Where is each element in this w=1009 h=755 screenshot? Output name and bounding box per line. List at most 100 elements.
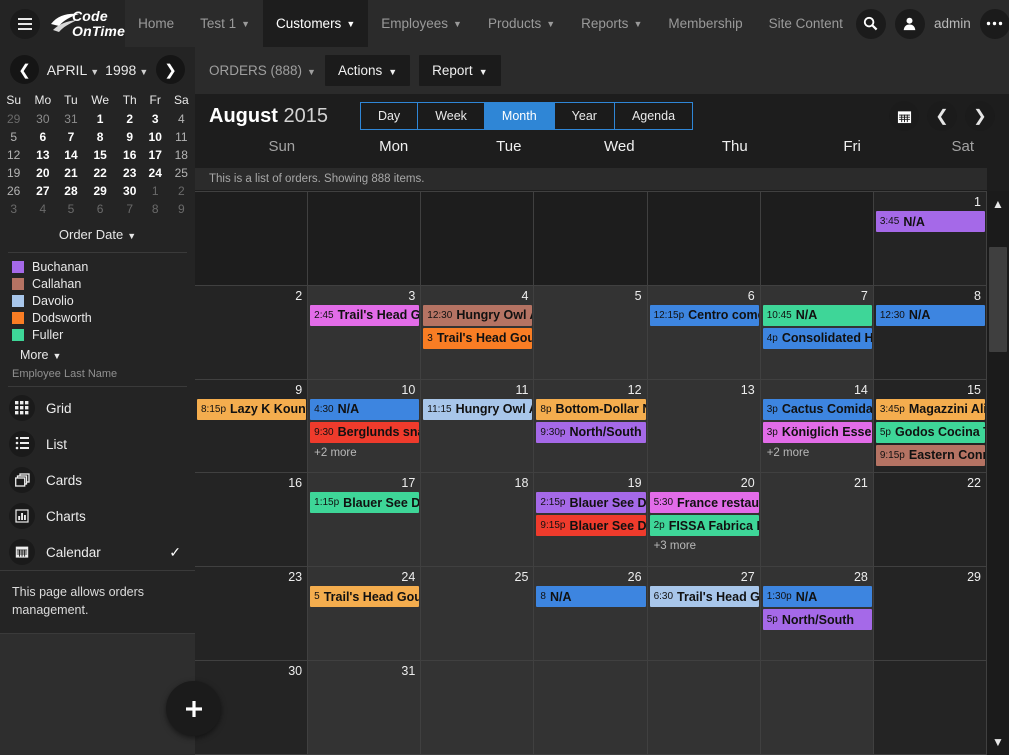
calendar-day-cell[interactable]: 7 10:45 N/A 4p Consolidated Ho (760, 285, 874, 379)
view-item-charts[interactable]: Charts (0, 498, 195, 534)
vertical-scrollbar[interactable]: ▲ ▼ (987, 191, 1009, 755)
calendar-event[interactable]: 12:30 N/A (875, 304, 985, 326)
calendar-day-cell[interactable]: 26 8 N/A (534, 567, 648, 661)
calendar-day-cell[interactable]: 8 12:30 N/A (873, 285, 987, 379)
mini-calendar-day[interactable]: 11 (168, 128, 195, 146)
view-item-grid[interactable]: Grid (0, 390, 195, 426)
mini-calendar-grid[interactable]: Su Mo Tu We Th Fr Sa 29 30 31 1 2 3 4 5 6 7 8 9 10 11 12 13 14 1… (0, 92, 195, 218)
calendar-more-events-link[interactable]: +3 more (650, 538, 759, 552)
calendar-event[interactable]: 3p Königlich Essen (762, 421, 872, 443)
calendar-day-cell[interactable]: 4 12:30 Hungry Owl A 3 Trail's Head Gour (421, 285, 535, 379)
calendar-view-tab-agenda[interactable]: Agenda (614, 103, 693, 129)
calendar-event[interactable]: 3:45p Magazzini Ali (875, 398, 985, 420)
calendar-event[interactable]: 9:15p Blauer See De (536, 515, 646, 537)
mini-calendar-day[interactable]: 5 (58, 200, 83, 218)
date-field-selector[interactable]: Order Date ▼ (0, 218, 195, 252)
calendar-day-cell[interactable]: 98:15pLazy K Kountr (195, 379, 309, 473)
calendar-event[interactable]: 1:30p N/A (762, 586, 872, 608)
more-options-icon[interactable] (979, 8, 1009, 39)
calendar-event[interactable]: 3p Cactus Comidas (762, 398, 872, 420)
calendar-day-cell[interactable]: 17 1:15p Blauer See De (308, 473, 422, 567)
calendar-event[interactable]: 8:15pLazy K Kountr (197, 398, 307, 420)
calendar-event[interactable]: 5p Godos Cocina Tí (875, 421, 985, 443)
view-item-cards[interactable]: Cards (0, 462, 195, 498)
nav-item-customers[interactable]: Customers ▼ (263, 0, 369, 47)
mini-calendar-day[interactable]: 13 (27, 146, 58, 164)
mini-calendar-day[interactable]: 19 (0, 164, 27, 182)
mini-calendar-day[interactable]: 28 (58, 182, 83, 200)
calendar-day-cell[interactable]: 104:30N/A9:30Berglunds snab+2 more (308, 379, 422, 473)
mini-calendar-day[interactable]: 16 (117, 146, 143, 164)
calendar-day-cell[interactable]: 31 (308, 661, 422, 754)
mini-calendar-prev-button[interactable]: ❮ (10, 55, 39, 84)
mini-calendar-day[interactable]: 1 (84, 110, 117, 128)
scrollbar-thumb[interactable] (989, 247, 1007, 352)
calendar-day-cell[interactable]: 25 (421, 567, 535, 661)
nav-item-home[interactable]: Home (125, 0, 187, 47)
calendar-day-cell[interactable]: 1 3:45 N/A (873, 192, 987, 285)
calendar-day-cell[interactable]: 21 (760, 473, 874, 567)
calendar-event[interactable]: 9:30p North/South (536, 421, 646, 443)
nav-item-reports[interactable]: Reports ▼ (568, 0, 655, 47)
calendar-day-cell[interactable]: 6 12:15p Centro come (647, 285, 761, 379)
calendar-day-cell[interactable]: 22 (873, 473, 987, 567)
mini-calendar-year-select[interactable]: 1998 ▼ (105, 62, 148, 78)
mini-calendar-day[interactable]: 3 (143, 110, 168, 128)
mini-calendar-day[interactable]: 27 (27, 182, 58, 200)
mini-calendar-month-select[interactable]: APRIL ▼ (47, 62, 99, 78)
mini-calendar-day[interactable]: 8 (143, 200, 168, 218)
legend-entry-callahan[interactable]: Callahan (12, 276, 195, 292)
mini-calendar-day[interactable]: 7 (58, 128, 83, 146)
view-item-calendar[interactable]: Calendar ✓ (0, 534, 195, 570)
mini-calendar-day[interactable]: 10 (143, 128, 168, 146)
scroll-up-icon[interactable]: ▲ (992, 191, 1004, 217)
calendar-day-cell[interactable] (534, 661, 648, 754)
mini-calendar-day[interactable]: 5 (0, 128, 27, 146)
mini-calendar-day[interactable]: 6 (27, 128, 58, 146)
calendar-event[interactable]: 1:15p Blauer See De (310, 492, 420, 514)
calendar-more-events-link[interactable]: +2 more (310, 445, 419, 459)
calendar-event[interactable]: 3 Trail's Head Gour (423, 327, 533, 349)
report-button[interactable]: Report ▼ (419, 55, 501, 86)
mini-calendar-day[interactable]: 20 (27, 164, 58, 182)
calendar-event[interactable]: 2:15p Blauer See De (536, 492, 646, 514)
mini-calendar-day[interactable]: 12 (0, 146, 27, 164)
mini-calendar-day[interactable]: 14 (58, 146, 83, 164)
legend-entry-fuller[interactable]: Fuller (12, 327, 195, 343)
nav-item-site-content[interactable]: Site Content (756, 0, 856, 47)
calendar-day-cell[interactable]: 16 (195, 473, 309, 567)
calendar-prev-button[interactable]: ❮ (927, 101, 957, 131)
view-item-list[interactable]: List (0, 426, 195, 462)
calendar-view-tab-year[interactable]: Year (554, 103, 615, 129)
calendar-day-cell[interactable]: 29 (873, 567, 987, 661)
calendar-more-events-link[interactable]: +2 more (763, 445, 872, 459)
calendar-event[interactable]: 9:15pEastern Conne (875, 444, 985, 466)
hamburger-menu-icon[interactable] (10, 8, 40, 39)
mini-calendar-next-button[interactable]: ❯ (156, 55, 185, 84)
new-record-button[interactable] (166, 681, 221, 736)
mini-calendar-day[interactable]: 7 (117, 200, 143, 218)
calendar-day-cell[interactable]: 15 3:45p Magazzini Ali 5p Godos Cocina Tí 9:1… (873, 379, 987, 473)
mini-calendar-day[interactable]: 2 (117, 110, 143, 128)
nav-item-products[interactable]: Products ▼ (475, 0, 568, 47)
calendar-event[interactable]: 8p Bottom-Dollar N (536, 398, 646, 420)
search-icon[interactable] (855, 8, 886, 39)
calendar-day-cell[interactable] (421, 661, 535, 754)
mini-calendar-day[interactable]: 22 (84, 164, 117, 182)
calendar-day-cell[interactable] (760, 661, 874, 754)
legend-entry-davolio[interactable]: Davolio (12, 293, 195, 309)
actions-button[interactable]: Actions ▼ (324, 55, 411, 86)
nav-item-test-1[interactable]: Test 1 ▼ (187, 0, 263, 47)
calendar-event[interactable]: 4:30 N/A (310, 398, 420, 420)
scroll-down-icon[interactable]: ▼ (992, 729, 1004, 755)
mini-calendar-day[interactable]: 30 (117, 182, 143, 200)
mini-calendar-day[interactable]: 4 (168, 110, 195, 128)
today-calendar-icon[interactable] (889, 101, 919, 131)
calendar-event[interactable]: 3:45 N/A (875, 211, 985, 232)
context-selector[interactable]: ORDERS (888) ▼ (209, 63, 316, 78)
mini-calendar-day[interactable]: 21 (58, 164, 83, 182)
calendar-day-cell[interactable]: 19 2:15p Blauer See De 9:15p Blauer See De (534, 473, 648, 567)
calendar-day-cell[interactable]: 11 11:15 Hungry Owl A (421, 379, 535, 473)
mini-calendar-day[interactable]: 29 (84, 182, 117, 200)
calendar-day-cell[interactable]: 205:30France restaura2pFISSA Fabrica In+… (647, 473, 761, 567)
